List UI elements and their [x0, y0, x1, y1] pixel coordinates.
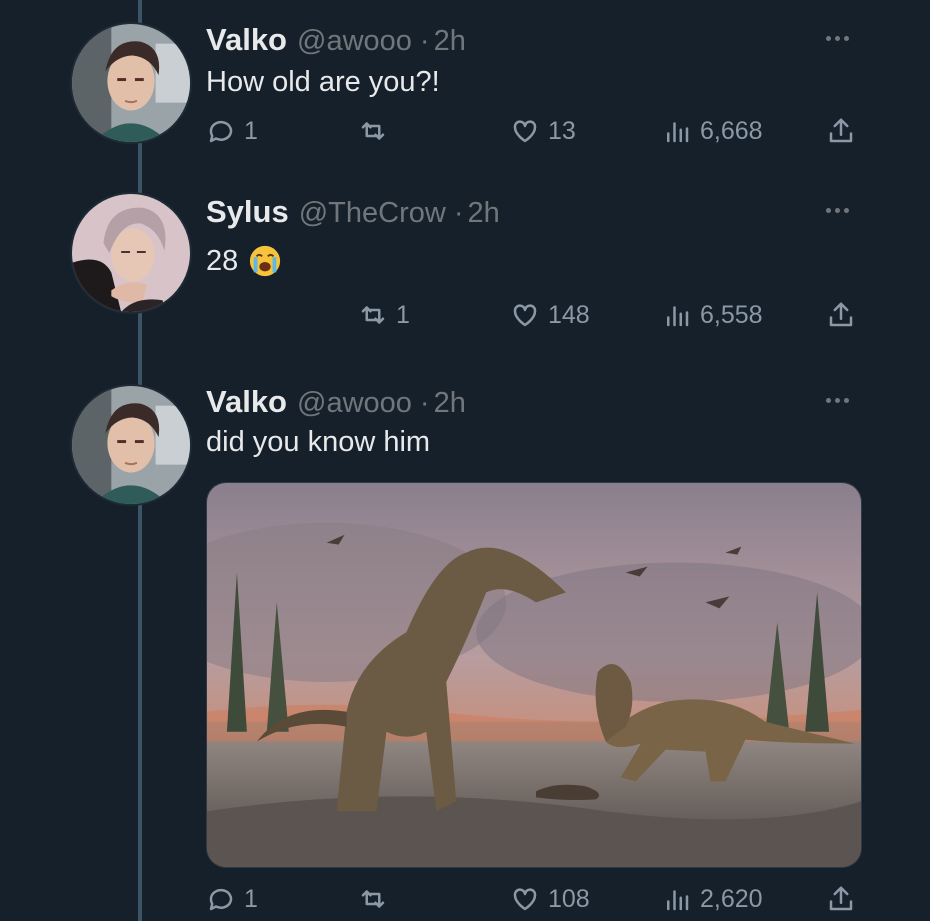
like-count: 148 — [548, 300, 590, 329]
display-name[interactable]: Sylus — [206, 194, 289, 230]
views-button[interactable]: 2,620 — [662, 884, 763, 914]
tweet-actions: 1 148 6,558 — [0, 300, 930, 340]
heart-icon — [513, 304, 537, 327]
retweet-icon — [361, 890, 385, 908]
display-name[interactable]: Valko — [206, 384, 287, 420]
reply-icon — [209, 120, 233, 143]
views-chart-icon — [667, 122, 689, 143]
tweet-3-actions: 1 108 2,620 — [0, 884, 930, 921]
reply-button[interactable]: 1 — [206, 884, 258, 914]
tweet-header: Valko @awooo · 2h — [206, 384, 466, 420]
share-button[interactable] — [826, 884, 856, 914]
share-icon — [829, 886, 853, 911]
retweet-icon — [361, 306, 385, 324]
share-button[interactable] — [826, 116, 856, 146]
tweet-actions: 1 13 6,668 — [0, 116, 930, 156]
avatar-valko-image — [72, 386, 190, 504]
views-count: 6,668 — [700, 116, 763, 145]
tweet-text: 28 — [206, 244, 239, 277]
like-button[interactable]: 108 — [510, 884, 590, 914]
views-chart-icon — [667, 306, 689, 327]
retweet-count: 1 — [396, 300, 410, 329]
reply-icon — [209, 888, 233, 911]
avatar-valko[interactable] — [70, 384, 192, 506]
like-count: 108 — [548, 884, 590, 913]
loudly-crying-face-icon — [250, 245, 281, 277]
share-icon — [829, 118, 853, 143]
retweet-button[interactable]: 1 — [358, 300, 410, 330]
views-button[interactable]: 6,558 — [662, 300, 763, 330]
reply-count: 1 — [244, 116, 258, 145]
more-options-icon[interactable] — [826, 398, 849, 403]
like-button[interactable]: 148 — [510, 300, 590, 330]
more-options-icon[interactable] — [826, 36, 849, 41]
views-count: 6,558 — [700, 300, 763, 329]
separator-dot: · — [419, 387, 430, 419]
heart-icon — [513, 888, 537, 911]
views-chart-icon — [667, 890, 689, 911]
retweet-button[interactable] — [358, 116, 396, 146]
dinosaur-illustration-image[interactable] — [206, 482, 862, 868]
separator-dot: · — [419, 25, 430, 57]
reply-button[interactable]: 1 — [206, 116, 258, 146]
views-count: 2,620 — [700, 884, 763, 913]
tweet-text: How old are you?! — [206, 66, 440, 98]
user-handle[interactable]: @awooo — [297, 387, 412, 420]
share-icon — [829, 302, 853, 327]
like-count: 13 — [548, 116, 576, 145]
user-handle[interactable]: @awooo — [297, 25, 412, 58]
views-button[interactable]: 6,668 — [662, 116, 763, 146]
reply-count: 1 — [244, 884, 258, 913]
display-name[interactable]: Valko — [206, 22, 287, 58]
more-options-icon[interactable] — [826, 208, 849, 213]
avatar-sylus[interactable] — [70, 192, 192, 314]
timeline: Valko @awooo · 2h How old are you?! 1 13… — [0, 0, 930, 921]
tweet-header: Sylus @TheCrow · 2h — [206, 194, 500, 230]
heart-icon — [513, 120, 537, 143]
retweet-button[interactable] — [358, 884, 396, 914]
media-image — [207, 483, 861, 867]
separator-dot: · — [453, 197, 464, 229]
timestamp[interactable]: 2h — [434, 25, 466, 58]
user-handle[interactable]: @TheCrow — [299, 197, 446, 230]
tweet-text-row: 28 — [206, 244, 282, 278]
tweet-text: did you know him — [206, 426, 431, 458]
timestamp[interactable]: 2h — [434, 387, 466, 420]
timestamp[interactable]: 2h — [467, 197, 499, 230]
tweet-header: Valko @awooo · 2h — [206, 22, 466, 58]
like-button[interactable]: 13 — [510, 116, 576, 146]
avatar-sylus-image — [72, 194, 190, 312]
retweet-icon — [361, 122, 385, 140]
share-button[interactable] — [826, 300, 856, 330]
